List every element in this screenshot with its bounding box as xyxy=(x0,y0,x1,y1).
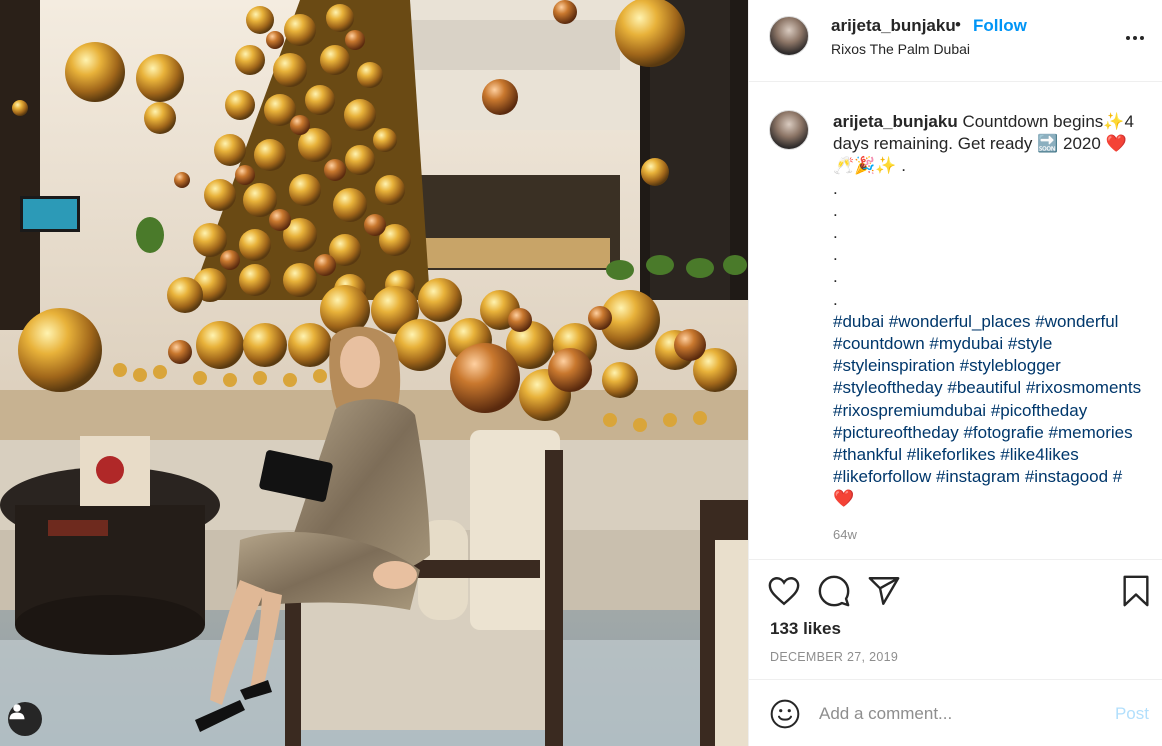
post-header: arijeta_bunjaku • Follow Rixos The Palm … xyxy=(749,0,1162,82)
trailing-heart-emoji: ❤️ xyxy=(833,489,855,509)
paper-plane-icon[interactable] xyxy=(867,574,901,608)
post-photo-illustration xyxy=(0,0,748,746)
hashtag-list: #dubai #wonderful_places #wonderful #cou… xyxy=(833,311,1143,511)
follow-button[interactable]: Follow xyxy=(973,16,1027,36)
hashtag-link[interactable]: #like4likes xyxy=(1000,445,1078,464)
hashtag-link[interactable]: #styleblogger xyxy=(960,356,1061,375)
hashtag-link[interactable]: #likeforlikes xyxy=(907,445,996,464)
hashtag-link[interactable]: #wonderful xyxy=(1035,312,1118,331)
smiley-icon[interactable] xyxy=(769,698,801,730)
hashtag-link[interactable]: #style xyxy=(1008,334,1052,353)
caption-dot: . xyxy=(833,222,838,242)
hashtag-link[interactable]: #beautiful xyxy=(947,378,1021,397)
caption-username[interactable]: arijeta_bunjaku xyxy=(833,112,958,131)
separator-dot: • xyxy=(955,15,961,34)
action-bar: 133 likes DECEMBER 27, 2019 xyxy=(749,559,1162,679)
post-side-panel: arijeta_bunjaku • Follow Rixos The Palm … xyxy=(748,0,1162,746)
hashtag-link[interactable]: #picoftheday xyxy=(991,401,1087,420)
hashtag-link[interactable]: #mydubai xyxy=(929,334,1003,353)
hashtag-link[interactable]: #instagram xyxy=(936,467,1020,486)
caption-dot: . xyxy=(833,245,838,265)
caption-avatar[interactable] xyxy=(769,110,809,150)
hashtag-link[interactable]: #likeforfollow xyxy=(833,467,931,486)
user-silhouette-icon xyxy=(9,704,25,720)
hashtag-link[interactable]: # xyxy=(1113,467,1122,486)
caption-dot: . xyxy=(833,289,838,309)
hashtag-link[interactable]: #wonderful_places xyxy=(889,312,1031,331)
hashtag-link[interactable]: #rixospremiumdubai xyxy=(833,401,986,420)
caption-dots: ...... xyxy=(833,178,1143,311)
comment-icon[interactable] xyxy=(817,574,851,608)
hashtag-link[interactable]: #dubai xyxy=(833,312,884,331)
caption-dot: . xyxy=(833,267,838,287)
tagged-users-button[interactable] xyxy=(8,702,42,736)
caption-dot: . xyxy=(833,200,838,220)
comment-bar: Post xyxy=(749,679,1162,746)
bookmark-icon[interactable] xyxy=(1119,574,1153,608)
location-link[interactable]: Rixos The Palm Dubai xyxy=(831,41,970,57)
heart-icon[interactable] xyxy=(767,574,801,608)
hashtag-link[interactable]: #memories xyxy=(1049,423,1133,442)
post-photo[interactable] xyxy=(0,0,748,746)
hashtag-link[interactable]: #fotografie xyxy=(963,423,1043,442)
caption: arijeta_bunjaku Countdown begins✨4 days … xyxy=(833,111,1143,511)
hashtag-link[interactable]: #rixosmoments xyxy=(1026,378,1141,397)
hashtag-link[interactable]: #pictureoftheday xyxy=(833,423,959,442)
caption-dot: . xyxy=(833,178,838,198)
hashtag-link[interactable]: #thankful xyxy=(833,445,902,464)
comment-input[interactable] xyxy=(819,700,1099,728)
header-username[interactable]: arijeta_bunjaku xyxy=(831,16,956,36)
like-count[interactable]: 133 likes xyxy=(770,619,841,639)
hashtag-link[interactable]: #countdown xyxy=(833,334,925,353)
avatar[interactable] xyxy=(769,16,809,56)
post-timestamp[interactable]: 64w xyxy=(833,527,857,542)
post-date: DECEMBER 27, 2019 xyxy=(770,650,899,664)
hashtag-link[interactable]: #styleinspiration xyxy=(833,356,955,375)
hashtag-link[interactable]: #instagood xyxy=(1025,467,1108,486)
post-comment-button[interactable]: Post xyxy=(1115,704,1149,724)
hashtag-link[interactable]: #styleoftheday xyxy=(833,378,943,397)
caption-section: arijeta_bunjaku Countdown begins✨4 days … xyxy=(749,82,1162,559)
more-options-icon[interactable] xyxy=(1123,28,1147,48)
